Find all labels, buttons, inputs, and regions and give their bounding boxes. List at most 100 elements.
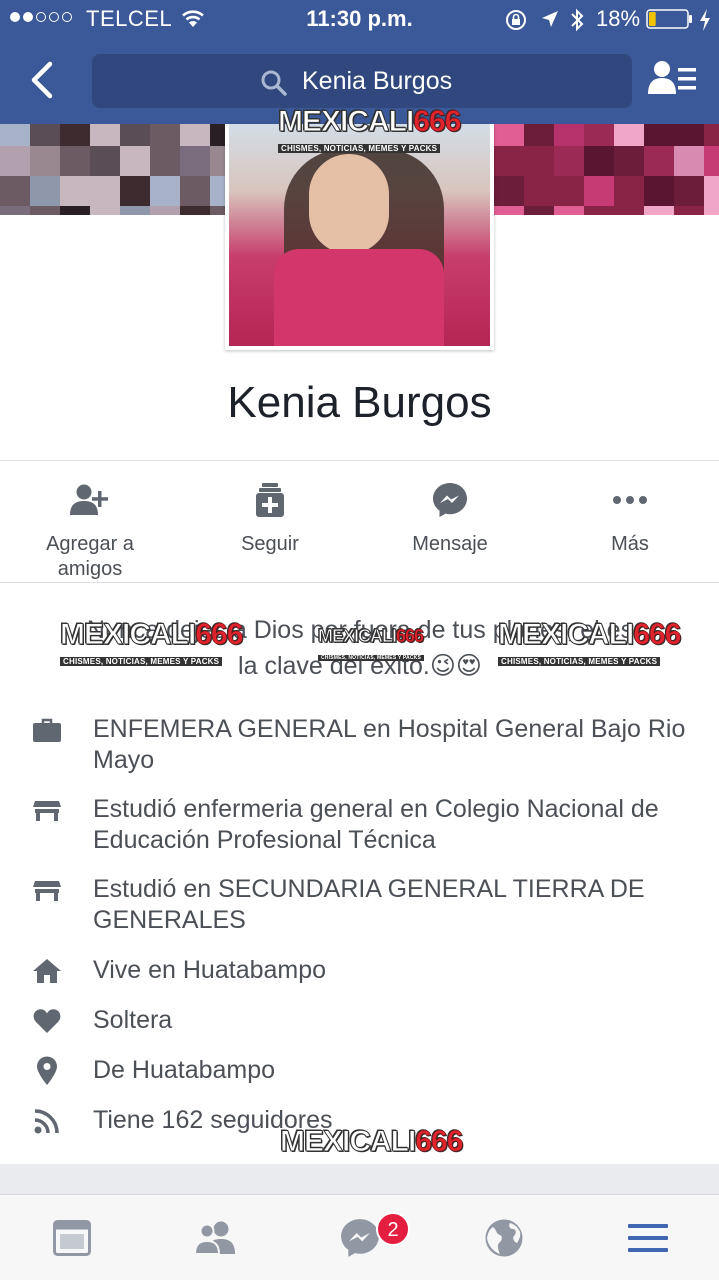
cover-pixel bbox=[704, 124, 719, 146]
message-button[interactable]: Mensaje bbox=[360, 480, 540, 557]
tab-friend-requests[interactable] bbox=[192, 1214, 240, 1262]
cover-pixel bbox=[120, 124, 150, 146]
cover-pixel bbox=[614, 124, 644, 146]
charging-bolt-icon bbox=[700, 9, 710, 31]
home-icon bbox=[33, 959, 61, 983]
divider bbox=[0, 460, 719, 461]
cover-pixel bbox=[210, 124, 225, 146]
more-button[interactable]: Más bbox=[540, 480, 719, 557]
follow-button[interactable]: Seguir bbox=[180, 480, 360, 557]
info-text: ENFEMERA GENERAL en Hospital General Baj… bbox=[93, 715, 686, 774]
friend-requests-icon bbox=[193, 1221, 235, 1255]
add-friend-label: Agregar a amigos bbox=[46, 533, 134, 580]
cover-pixel bbox=[90, 206, 120, 215]
cover-pixel bbox=[524, 206, 554, 215]
battery-icon bbox=[646, 9, 692, 29]
search-icon bbox=[261, 70, 287, 96]
cover-pixel bbox=[584, 146, 614, 176]
location-arrow-icon bbox=[542, 11, 558, 27]
cover-pixel bbox=[554, 176, 584, 206]
section-divider bbox=[0, 1164, 719, 1194]
info-text: Soltera bbox=[93, 1006, 173, 1034]
info-text: Vive en Huatabampo bbox=[93, 956, 327, 984]
cover-pixel bbox=[150, 206, 180, 215]
cover-pixel bbox=[210, 176, 225, 206]
cover-pixel bbox=[60, 124, 90, 146]
messenger-icon bbox=[341, 1219, 379, 1257]
cover-pixel bbox=[210, 206, 225, 215]
cover-pixel bbox=[90, 176, 120, 206]
back-arrow-icon[interactable] bbox=[24, 58, 64, 102]
more-dots-icon bbox=[613, 496, 647, 504]
cover-pixel bbox=[554, 206, 584, 215]
tab-news-feed[interactable] bbox=[48, 1214, 96, 1262]
status-bar: TELCEL 11:30 p.m. 18% bbox=[0, 0, 719, 40]
cover-pixel bbox=[90, 146, 120, 176]
cover-pixel bbox=[614, 146, 644, 176]
cover-pixel bbox=[704, 206, 719, 215]
cover-pixel bbox=[150, 176, 180, 206]
follow-icon bbox=[256, 483, 284, 517]
school-icon bbox=[33, 881, 61, 901]
cover-photo-right[interactable] bbox=[494, 124, 719, 215]
search-input[interactable]: Kenia Burgos bbox=[92, 54, 632, 108]
cover-pixel bbox=[120, 176, 150, 206]
tab-menu[interactable] bbox=[624, 1214, 672, 1262]
battery-percentage: 18% bbox=[596, 6, 641, 31]
school-icon bbox=[33, 801, 61, 821]
cover-pixel bbox=[614, 206, 644, 215]
cover-pixel bbox=[644, 206, 674, 215]
cover-pixel bbox=[554, 146, 584, 176]
cover-pixel bbox=[674, 176, 704, 206]
globe-icon bbox=[485, 1219, 523, 1257]
messenger-badge: 2 bbox=[376, 1212, 410, 1246]
bio-line-1: Nunca dejes a Dios por fuera de tus plan… bbox=[86, 616, 634, 644]
profile-bio: Nunca dejes a Dios por fuera de tus plan… bbox=[30, 612, 690, 684]
cover-pixel bbox=[180, 146, 210, 176]
message-label: Mensaje bbox=[412, 533, 488, 555]
follow-label: Seguir bbox=[241, 533, 299, 555]
cover-pixel bbox=[674, 146, 704, 176]
cover-pixel bbox=[614, 176, 644, 206]
cover-pixel bbox=[524, 124, 554, 146]
cover-pixel bbox=[494, 124, 524, 146]
friend-list-icon[interactable] bbox=[648, 58, 698, 100]
menu-icon bbox=[628, 1224, 668, 1252]
cover-pixel bbox=[180, 124, 210, 146]
cover-pixel bbox=[554, 124, 584, 146]
cover-pixel bbox=[674, 124, 704, 146]
cover-photo-left[interactable] bbox=[0, 124, 225, 215]
cover-pixel bbox=[0, 146, 30, 176]
cover-pixel bbox=[644, 146, 674, 176]
location-pin-icon bbox=[37, 1056, 57, 1085]
cover-pixel bbox=[60, 176, 90, 206]
profile-picture[interactable] bbox=[225, 124, 494, 350]
info-text: De Huatabampo bbox=[93, 1056, 276, 1084]
cover-pixel bbox=[644, 176, 674, 206]
cover-pixel bbox=[30, 176, 60, 206]
rss-icon bbox=[34, 1109, 59, 1134]
briefcase-icon bbox=[33, 718, 61, 742]
cover-pixel bbox=[120, 146, 150, 176]
tab-notifications[interactable] bbox=[480, 1214, 528, 1262]
cover-pixel bbox=[644, 124, 674, 146]
cover-pixel bbox=[30, 124, 60, 146]
bio-line-2: la clave del éxito.😉😍 bbox=[238, 652, 482, 680]
cover-pixel bbox=[584, 206, 614, 215]
search-query-text: Kenia Burgos bbox=[302, 67, 453, 95]
add-friend-button[interactable]: Agregar a amigos bbox=[0, 480, 180, 582]
cover-pixel bbox=[180, 206, 210, 215]
cover-pixel bbox=[90, 124, 120, 146]
messenger-icon bbox=[433, 483, 467, 517]
cover-pixel bbox=[60, 206, 90, 215]
cover-pixel bbox=[180, 176, 210, 206]
add-friend-icon bbox=[70, 484, 108, 515]
cover-pixel bbox=[494, 146, 524, 176]
cover-pixel bbox=[210, 146, 225, 176]
cover-pixel bbox=[704, 176, 719, 206]
cover-pixel bbox=[150, 146, 180, 176]
cover-pixel bbox=[0, 176, 30, 206]
info-text: Estudió enfermeria general en Colegio Na… bbox=[93, 795, 659, 854]
cover-pixel bbox=[0, 206, 30, 215]
profile-photo-image bbox=[229, 124, 490, 346]
